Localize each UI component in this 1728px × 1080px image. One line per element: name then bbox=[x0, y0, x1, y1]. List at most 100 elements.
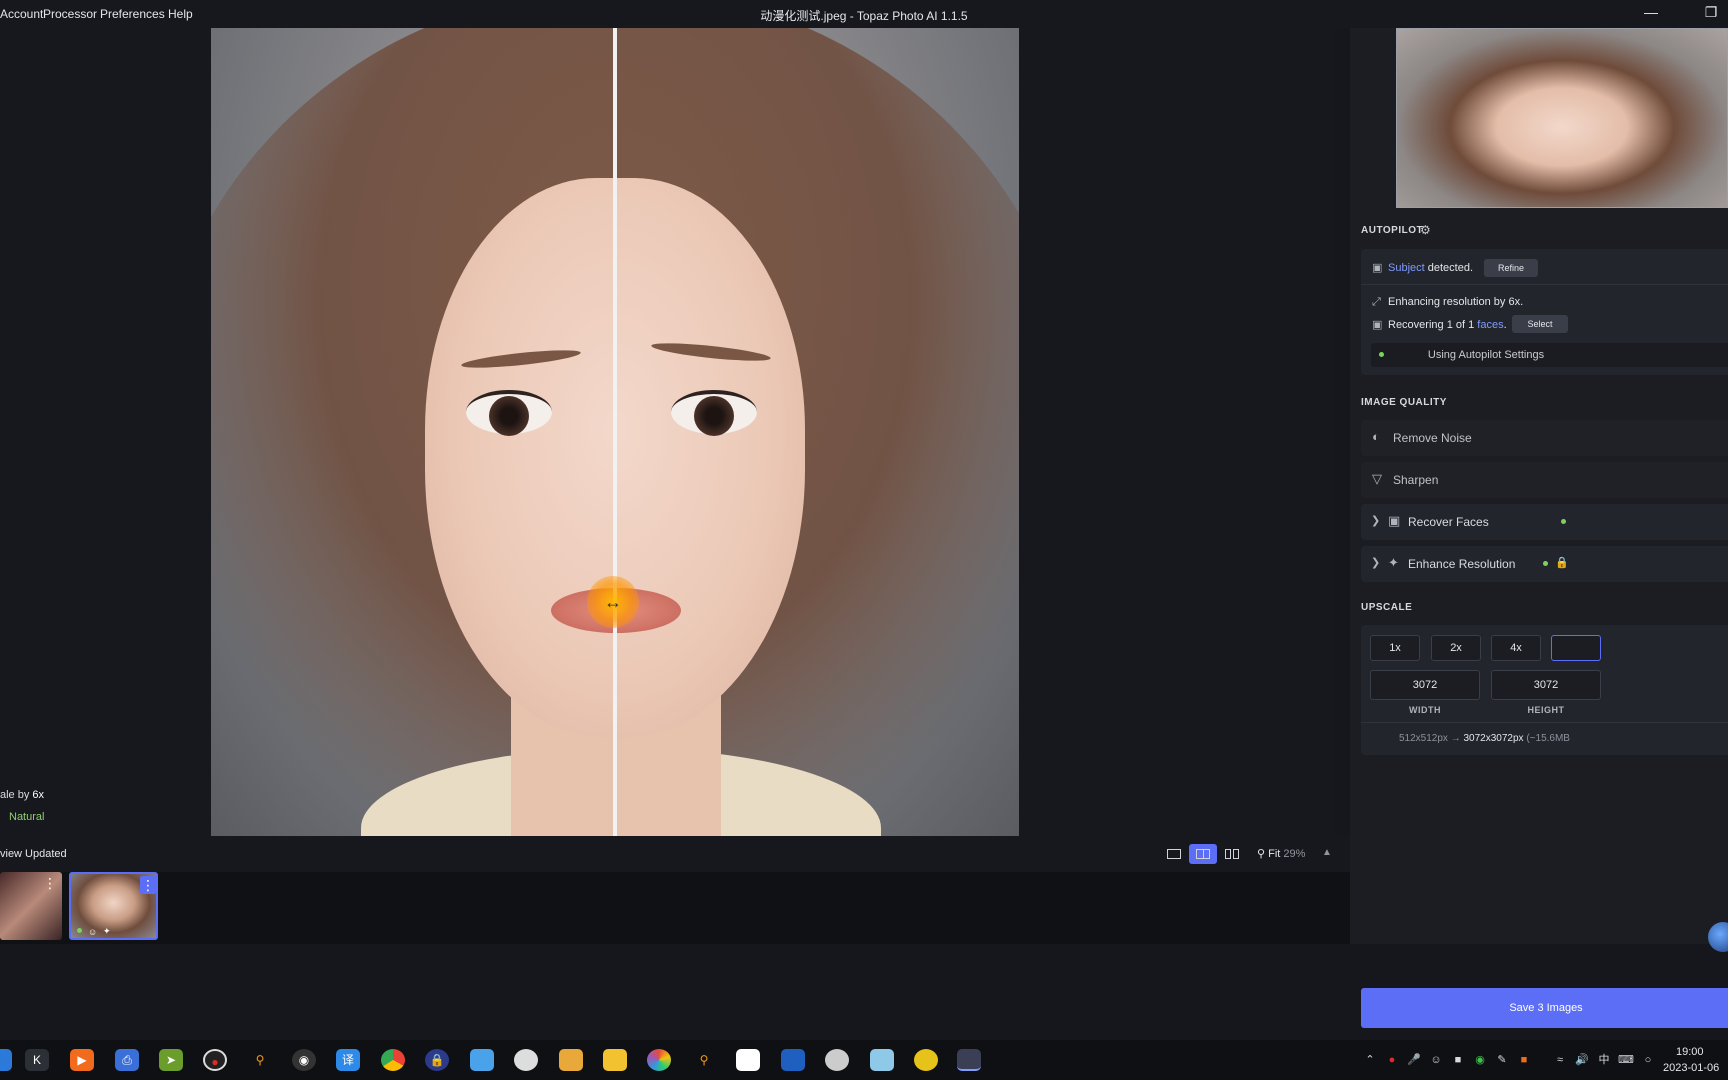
translate-app-icon[interactable]: 译 bbox=[336, 1049, 360, 1071]
scale-4x-button[interactable]: 4x bbox=[1491, 635, 1541, 661]
filter-label: Remove Noise bbox=[1393, 431, 1472, 445]
upscale-note: ale by 6x bbox=[0, 789, 45, 801]
chevron-up-icon[interactable]: ⌃ bbox=[1362, 1052, 1378, 1068]
sharpen-icon: ▽ bbox=[1372, 471, 1382, 486]
kebab-menu-icon[interactable]: ⋮ bbox=[42, 874, 58, 892]
height-input[interactable]: 3072 bbox=[1491, 670, 1601, 700]
enhancing-text: Enhancing resolution by 6x. bbox=[1388, 296, 1524, 308]
enabled-dot bbox=[1561, 519, 1566, 524]
image-viewer[interactable]: ↔ bbox=[211, 28, 1334, 836]
navigator-thumbnail[interactable] bbox=[1396, 28, 1728, 208]
search-app-2-icon[interactable]: ⚲ bbox=[692, 1049, 716, 1071]
filter-enhance-resolution[interactable]: ❯ ✦ Enhance Resolution 🔒 bbox=[1361, 546, 1728, 582]
topaz-app-icon[interactable] bbox=[957, 1049, 981, 1071]
active-dot bbox=[77, 928, 82, 933]
assistant-bubble-icon[interactable] bbox=[1708, 922, 1728, 952]
side-by-side-view-button[interactable] bbox=[1218, 844, 1246, 864]
enabled-dot bbox=[1543, 561, 1548, 566]
clock-date[interactable]: 2023-01-06 bbox=[1663, 1062, 1719, 1074]
tray-app-2-icon[interactable]: ■ bbox=[1450, 1052, 1466, 1068]
chevron-right-icon[interactable]: ❯ bbox=[1371, 556, 1380, 569]
wifi-icon[interactable]: ≈ bbox=[1552, 1052, 1568, 1068]
filmstrip-thumbnail-selected[interactable]: ⋮ ☺ ✦ bbox=[69, 872, 158, 940]
filter-remove-noise[interactable]: ◐ Remove Noise bbox=[1361, 420, 1728, 456]
subject-link[interactable]: Subject bbox=[1388, 262, 1425, 274]
single-view-button[interactable] bbox=[1160, 844, 1188, 864]
chevron-right-icon[interactable]: ❯ bbox=[1371, 514, 1380, 527]
refine-button[interactable]: Refine bbox=[1484, 259, 1538, 277]
filter-recover-faces[interactable]: ❯ ▣ Recover Faces bbox=[1361, 504, 1728, 540]
tray-app-icon[interactable]: ☺ bbox=[1428, 1052, 1444, 1068]
send-app-icon[interactable]: ➤ bbox=[159, 1049, 183, 1071]
package-app-icon[interactable] bbox=[559, 1049, 583, 1071]
start-icon[interactable] bbox=[0, 1049, 12, 1071]
right-eye bbox=[671, 390, 757, 436]
record-icon[interactable]: ● bbox=[203, 1049, 227, 1071]
wechat-icon[interactable]: ◉ bbox=[1472, 1052, 1488, 1068]
microphone-icon[interactable]: 🎤 bbox=[1406, 1052, 1422, 1068]
single-view-icon bbox=[1167, 849, 1181, 859]
title-bar: Account Processor Preferences Help 动漫化测试… bbox=[0, 0, 1728, 28]
side-by-side-view-icon bbox=[1225, 849, 1231, 859]
scale-2x-button[interactable]: 2x bbox=[1431, 635, 1481, 661]
yellow-app-icon[interactable] bbox=[914, 1049, 938, 1071]
bird-app-icon[interactable] bbox=[470, 1049, 494, 1071]
input-size: 512x512px bbox=[1399, 733, 1448, 744]
edge-icon[interactable] bbox=[781, 1049, 805, 1071]
split-view-icon bbox=[1196, 849, 1210, 859]
subject-text: detected. bbox=[1424, 262, 1474, 274]
panda-app-icon[interactable] bbox=[514, 1049, 538, 1071]
bottom-toolbar: view Updated ⚲ Fit 29% ▲ bbox=[0, 836, 1350, 872]
enhancing-row: ⤢ Enhancing resolution by 6x. bbox=[1372, 296, 1523, 309]
remove-noise-icon: ◐ bbox=[1372, 429, 1380, 444]
restore-icon[interactable]: ❐ bbox=[1700, 4, 1722, 24]
comparison-split-line[interactable] bbox=[613, 28, 617, 836]
color-app-icon[interactable] bbox=[647, 1049, 671, 1071]
minimize-icon[interactable]: — bbox=[1640, 4, 1662, 24]
split-handle-icon[interactable]: ↔ bbox=[587, 576, 639, 628]
clock-time[interactable]: 19:00 bbox=[1676, 1046, 1704, 1058]
printer-icon[interactable]: ⎙ bbox=[115, 1049, 139, 1071]
scale-custom-button[interactable] bbox=[1551, 635, 1601, 661]
autopilot-panel: ▣ Subject detected. Refine ⤢ Enhancing res… bbox=[1361, 249, 1728, 375]
preview-status: view Updated bbox=[0, 848, 67, 860]
gear-icon[interactable]: ⚙ bbox=[1420, 223, 1431, 237]
faces-link[interactable]: faces bbox=[1477, 319, 1503, 331]
keyboard-icon[interactable]: ⌨ bbox=[1618, 1052, 1634, 1068]
split-view-button[interactable] bbox=[1189, 844, 1217, 864]
network-app-icon[interactable] bbox=[736, 1049, 760, 1071]
divider bbox=[1361, 722, 1728, 723]
filter-label: Enhance Resolution bbox=[1408, 557, 1516, 571]
vpn-lock-icon[interactable]: 🔒 bbox=[425, 1049, 449, 1071]
tray-badge-icon[interactable]: ○ bbox=[1640, 1052, 1656, 1068]
ime-indicator[interactable]: 中 bbox=[1596, 1052, 1612, 1068]
filter-label: Recover Faces bbox=[1408, 515, 1489, 529]
obs-icon[interactable]: ◉ bbox=[292, 1049, 316, 1071]
zoom-menu-icon[interactable]: ▲ bbox=[1322, 847, 1332, 858]
lock-icon[interactable]: 🔒 bbox=[1555, 556, 1569, 569]
folder-icon[interactable] bbox=[603, 1049, 627, 1071]
chrome-icon[interactable] bbox=[381, 1049, 405, 1071]
kebab-menu-icon[interactable]: ⋮ bbox=[140, 876, 156, 894]
media-app-icon[interactable]: ▶ bbox=[70, 1049, 94, 1071]
globe-icon[interactable] bbox=[825, 1049, 849, 1071]
record-tray-icon[interactable]: ● bbox=[1384, 1052, 1400, 1068]
scale-1x-button[interactable]: 1x bbox=[1370, 635, 1420, 661]
preview-image[interactable]: ↔ bbox=[211, 28, 1019, 836]
filmstrip-thumbnail[interactable]: ⋮ bbox=[0, 872, 62, 940]
search-app-icon[interactable]: ⚲ bbox=[248, 1049, 272, 1071]
app-k-icon[interactable]: K bbox=[25, 1049, 49, 1071]
notes-app-icon[interactable] bbox=[870, 1049, 894, 1071]
autopilot-settings-status[interactable]: Using Autopilot Settings bbox=[1371, 343, 1728, 367]
filter-sharpen[interactable]: ▽ Sharpen bbox=[1361, 462, 1728, 498]
model-note: Natural bbox=[9, 811, 45, 823]
volume-icon[interactable]: 🔊 bbox=[1574, 1052, 1590, 1068]
save-images-button[interactable]: Save 3 Images bbox=[1361, 988, 1728, 1028]
height-label: HEIGHT bbox=[1527, 705, 1565, 715]
pen-icon[interactable]: ✎ bbox=[1494, 1052, 1510, 1068]
width-label: WIDTH bbox=[1409, 705, 1441, 715]
zoom-control[interactable]: ⚲ Fit 29% bbox=[1257, 847, 1305, 860]
width-input[interactable]: 3072 bbox=[1370, 670, 1480, 700]
tray-app-3-icon[interactable]: ■ bbox=[1516, 1052, 1532, 1068]
select-button[interactable]: Select bbox=[1512, 315, 1568, 333]
